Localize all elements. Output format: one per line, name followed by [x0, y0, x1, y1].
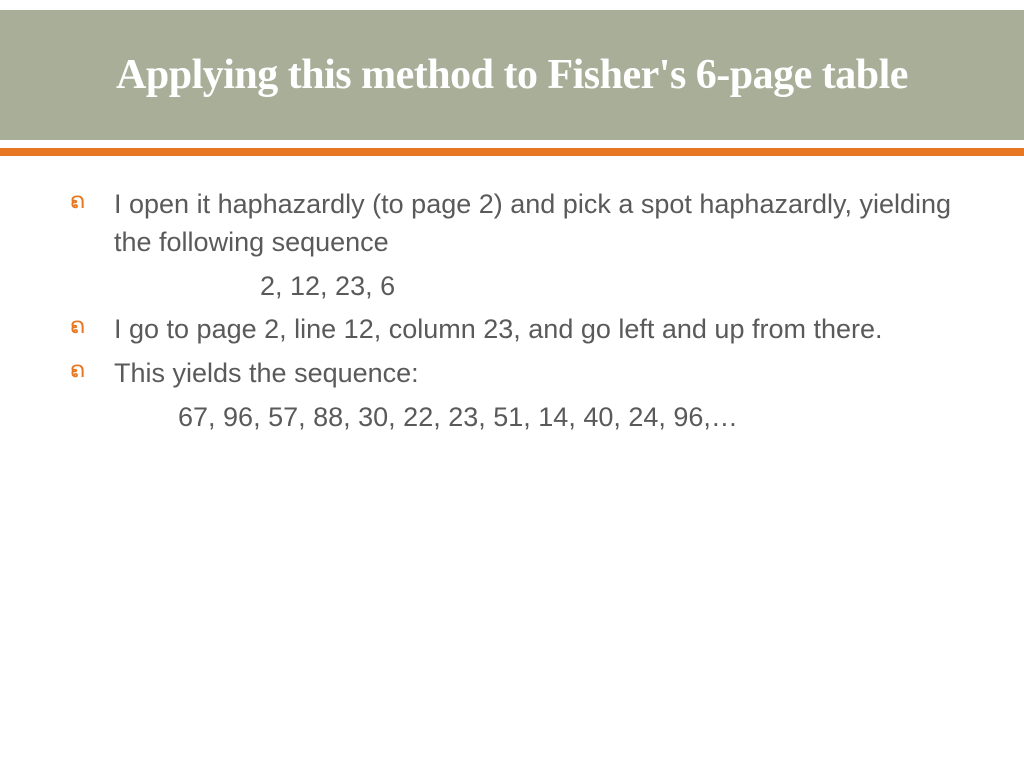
bullet-icon: ຄ	[70, 357, 98, 383]
bullet-subtext: 2, 12, 23, 6	[260, 268, 984, 306]
title-banner: Applying this method to Fisher's 6-page …	[0, 10, 1024, 140]
slide-content: ຄ I open it haphazardly (to page 2) and …	[0, 156, 1024, 437]
bullet-text: This yields the sequence:	[114, 355, 419, 393]
slide-title: Applying this method to Fisher's 6-page …	[96, 51, 928, 99]
bullet-icon: ຄ	[70, 188, 98, 214]
bullet-subtext: 67, 96, 57, 88, 30, 22, 23, 51, 14, 40, …	[178, 399, 984, 437]
bullet-item: ຄ This yields the sequence:	[70, 355, 984, 393]
bullet-icon: ຄ	[70, 313, 98, 339]
bullet-text: I open it haphazardly (to page 2) and pi…	[114, 186, 984, 262]
bullet-text: I go to page 2, line 12, column 23, and …	[114, 311, 883, 349]
bullet-item: ຄ I go to page 2, line 12, column 23, an…	[70, 311, 984, 349]
bullet-item: ຄ I open it haphazardly (to page 2) and …	[70, 186, 984, 262]
accent-divider	[0, 148, 1024, 156]
